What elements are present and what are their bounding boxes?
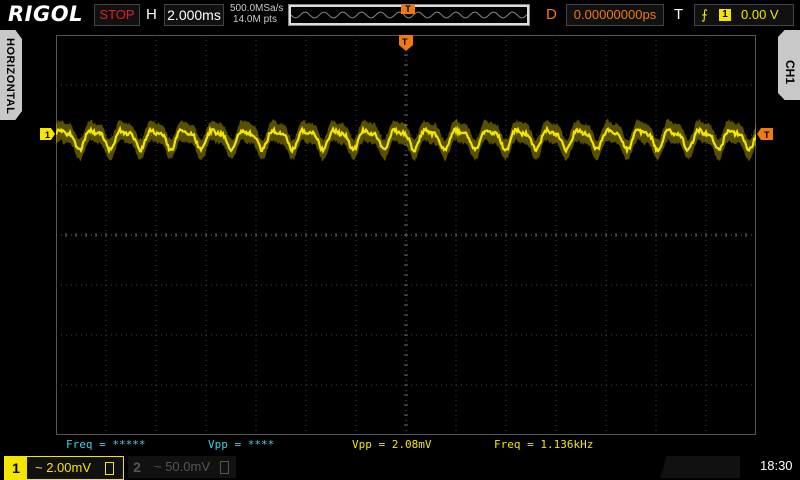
svg-text:T: T: [764, 130, 770, 140]
delay-value[interactable]: 0.00000000ps: [566, 4, 664, 26]
ch1-offset-marker[interactable]: 1: [40, 128, 56, 140]
measurement-vpp-ch1: Vpp = 2.08mV: [352, 438, 432, 451]
horizontal-label: H: [146, 6, 157, 23]
ch1-tab-label: CH1: [783, 60, 797, 85]
acquisition-info: 500.0MSa/s 14.0M pts: [230, 3, 284, 25]
trigger-level: 0.00 V: [741, 7, 779, 22]
brand-logo: RIGOL: [8, 2, 83, 26]
ch1-status[interactable]: 1 ~ 2.00mV: [4, 456, 124, 480]
trigger-label: T: [674, 6, 684, 23]
waveform-display[interactable]: [56, 35, 756, 435]
trigger-level-marker[interactable]: T: [757, 128, 773, 140]
sample-rate: 500.0MSa/s: [230, 3, 284, 14]
status-slot: [660, 456, 740, 478]
top-status-bar: RIGOL STOP H 2.000ms 500.0MSa/s 14.0M pt…: [0, 0, 800, 30]
ch2-status[interactable]: 2 ~ 50.0mV: [128, 456, 236, 478]
memory-depth: 14.0M pts: [233, 14, 277, 25]
delay-label: D: [546, 6, 557, 23]
svg-text:1: 1: [45, 130, 50, 140]
timebase-value[interactable]: 2.000ms: [164, 4, 224, 26]
trigger-settings[interactable]: ⨍ 1 0.00 V: [694, 4, 794, 26]
horizontal-tab[interactable]: HORIZONTAL: [0, 30, 22, 120]
ch2-scale: ~ 50.0mV: [154, 459, 211, 474]
run-stop-status[interactable]: STOP: [94, 4, 140, 26]
memory-overview-bar[interactable]: T: [288, 4, 530, 26]
ch1-impedance-icon: [105, 462, 114, 475]
measurement-vpp-ch2: Vpp = ****: [208, 438, 275, 451]
ch1-number: 1: [5, 457, 27, 479]
measurement-freq-ch2: Freq = *****: [66, 438, 146, 451]
memory-trigger-marker: T: [401, 5, 415, 14]
clock: 18:30: [760, 458, 793, 473]
rising-edge-icon: ⨍: [701, 7, 708, 22]
svg-text:T: T: [402, 37, 408, 47]
ch2-number: 2: [133, 459, 141, 475]
trigger-position-marker[interactable]: T: [399, 35, 413, 53]
graticule: [56, 35, 756, 435]
measurement-freq-ch1: Freq = 1.136kHz: [494, 438, 594, 451]
ch1-scale: ~ 2.00mV: [35, 460, 92, 475]
horizontal-tab-label: HORIZONTAL: [4, 38, 16, 115]
ch2-impedance-icon: [220, 461, 229, 474]
trigger-source: 1: [719, 9, 731, 21]
ch1-tab[interactable]: CH1: [778, 30, 800, 100]
channel-status-bar: 1 ~ 2.00mV 2 ~ 50.0mV: [0, 452, 800, 480]
